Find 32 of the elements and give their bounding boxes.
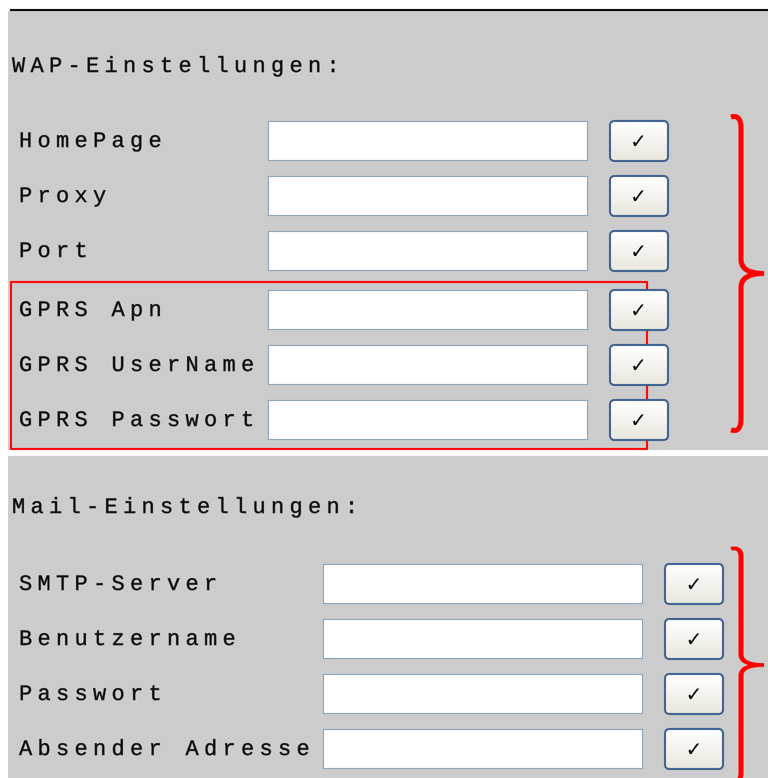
section-title: WAP-Einstellungen: <box>11 54 346 80</box>
section-title: Mail-Einstellungen: <box>11 495 365 521</box>
confirm-button[interactable]: ✓ <box>608 289 669 331</box>
field-label: Absender Adresse <box>19 736 316 764</box>
confirm-button[interactable]: ✓ <box>664 618 724 660</box>
input-field[interactable] <box>268 345 588 385</box>
field-label: SMTP-Server <box>19 571 224 599</box>
input-field[interactable] <box>323 729 644 769</box>
confirm-button[interactable]: ✓ <box>664 728 724 770</box>
field-label: Benutzername <box>19 626 242 654</box>
input-field[interactable] <box>323 674 644 714</box>
confirm-button[interactable]: ✓ <box>608 399 669 441</box>
input-field[interactable] <box>268 176 588 216</box>
confirm-button[interactable]: ✓ <box>664 673 724 715</box>
confirm-button[interactable]: ✓ <box>608 230 669 272</box>
field-label: HomePage <box>19 128 168 156</box>
confirm-button[interactable]: ✓ <box>608 344 669 386</box>
field-label: GPRS Apn <box>19 297 168 325</box>
input-field[interactable] <box>268 121 588 161</box>
field-label: GPRS UserName <box>19 352 261 380</box>
input-field[interactable] <box>268 400 588 440</box>
confirm-button[interactable]: ✓ <box>608 175 669 217</box>
field-label: GPRS Passwort <box>19 407 261 435</box>
field-label: Proxy <box>19 183 113 211</box>
input-field[interactable] <box>268 290 588 330</box>
input-field[interactable] <box>323 564 644 604</box>
field-label: Port <box>19 238 94 266</box>
field-label: Passwort <box>19 681 168 709</box>
confirm-button[interactable]: ✓ <box>608 120 669 162</box>
input-field[interactable] <box>268 231 588 271</box>
input-field[interactable] <box>323 619 644 659</box>
confirm-button[interactable]: ✓ <box>664 563 724 605</box>
